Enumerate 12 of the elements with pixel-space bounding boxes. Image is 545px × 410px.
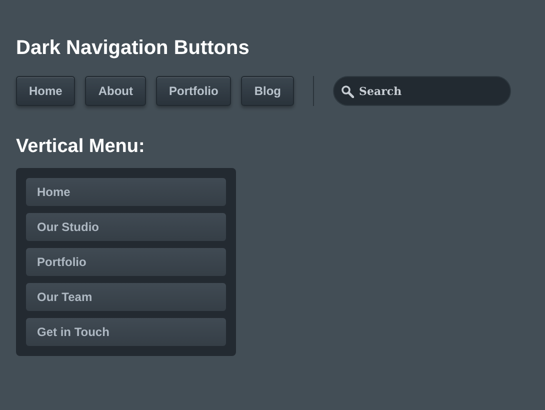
menu-item[interactable]: Our Studio	[26, 213, 226, 241]
menu-item[interactable]: Our Team	[26, 283, 226, 311]
nav-button[interactable]: About	[85, 76, 146, 106]
nav-button[interactable]: Blog	[241, 76, 294, 106]
page-title: Dark Navigation Buttons	[16, 36, 250, 60]
nav-button[interactable]: Home	[16, 76, 76, 106]
search-field[interactable]: Search	[333, 76, 511, 106]
menu-item[interactable]: Home	[26, 178, 226, 206]
section-title: Vertical Menu:	[16, 136, 146, 158]
nav-button[interactable]: Portfolio	[156, 76, 232, 106]
menu-item[interactable]: Get in Touch	[26, 318, 226, 346]
menu-item[interactable]: Portfolio	[26, 248, 226, 276]
